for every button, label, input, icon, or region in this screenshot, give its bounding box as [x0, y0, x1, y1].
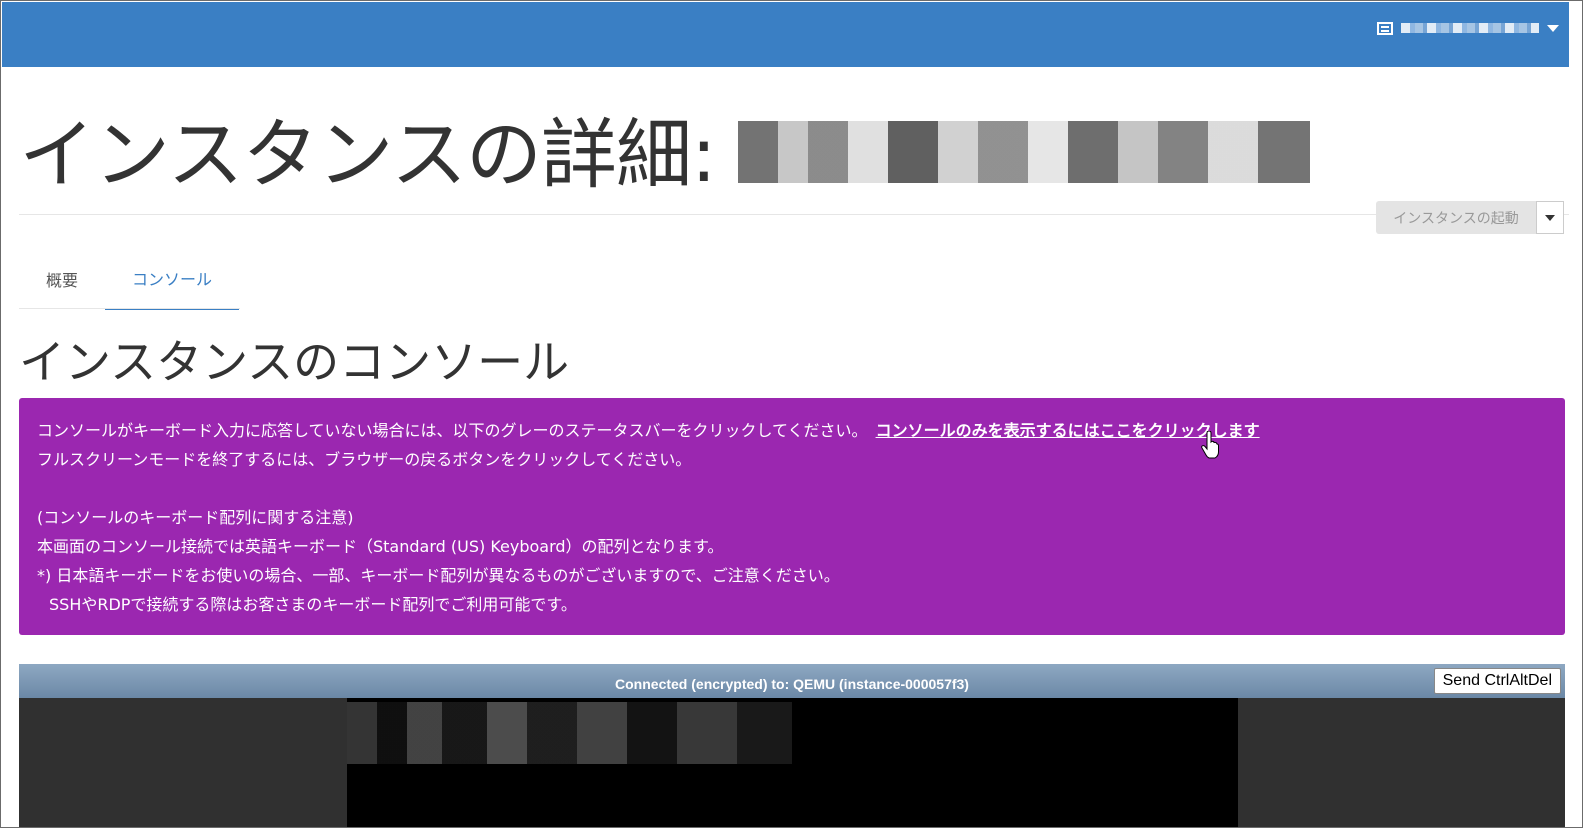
- notice-line: フルスクリーンモードを終了するには、ブラウザーの戻るボタンをクリックしてください…: [37, 450, 692, 469]
- hand-pointer-icon: [1201, 431, 1219, 459]
- notice-line: SSHやRDPで接続する際はお客さまのキーボード配列でご利用可能です。: [49, 595, 577, 614]
- server-list-icon: [1377, 21, 1393, 35]
- console-area: [19, 698, 1565, 827]
- browser-frame: インスタンスの詳細: インスタンスの起動 概要 コンソール インスタンスのコンソ…: [0, 0, 1583, 828]
- notice-line: コンソールがキーボード入力に応答していない場合には、以下のグレーのステータスバー…: [37, 416, 1547, 445]
- launch-instance-button[interactable]: インスタンスの起動: [1376, 201, 1536, 234]
- user-menu[interactable]: [1377, 18, 1559, 38]
- title-divider: [19, 214, 1569, 215]
- section-title: インスタンスのコンソール: [19, 335, 570, 389]
- console-connection-status: Connected (encrypted) to: QEMU (instance…: [615, 676, 969, 692]
- notice-line: 本画面のコンソール接続では英語キーボード（Standard (US) Keybo…: [37, 537, 724, 556]
- console-status-bar[interactable]: Connected (encrypted) to: QEMU (instance…: [19, 664, 1565, 698]
- tab-overview[interactable]: 概要: [19, 247, 105, 310]
- tabs-divider: [19, 308, 240, 309]
- caret-down-icon: [1547, 24, 1559, 32]
- console-content-redacted: [347, 702, 792, 764]
- caret-down-icon: [1545, 214, 1555, 221]
- instance-tabs: 概要 コンソール: [19, 247, 240, 310]
- page-title-prefix: インスタンスの詳細:: [19, 110, 717, 199]
- launch-instance-dropdown-toggle[interactable]: [1536, 201, 1564, 234]
- send-ctrl-alt-del-button[interactable]: Send CtrlAltDel: [1433, 668, 1561, 694]
- page-title: インスタンスの詳細:: [19, 103, 1310, 199]
- console-screen[interactable]: [347, 698, 1238, 827]
- notice-line: *) 日本語キーボードをお使いの場合、一部、キーボード配列が異なるものがございま…: [37, 566, 840, 585]
- notice-text: コンソールがキーボード入力に応答していない場合には、以下のグレーのステータスバー…: [37, 421, 868, 440]
- console-notice: コンソールがキーボード入力に応答していない場合には、以下のグレーのステータスバー…: [19, 398, 1565, 635]
- user-name-redacted: [1401, 23, 1539, 33]
- notice-line: (コンソールのキーボード配列に関する注意): [37, 508, 354, 527]
- top-navbar: [2, 2, 1569, 67]
- instance-name-redacted: [737, 121, 1310, 183]
- notice-spacer: [37, 474, 1547, 503]
- tab-console[interactable]: コンソール: [105, 247, 240, 310]
- launch-instance-group: インスタンスの起動: [1376, 201, 1564, 234]
